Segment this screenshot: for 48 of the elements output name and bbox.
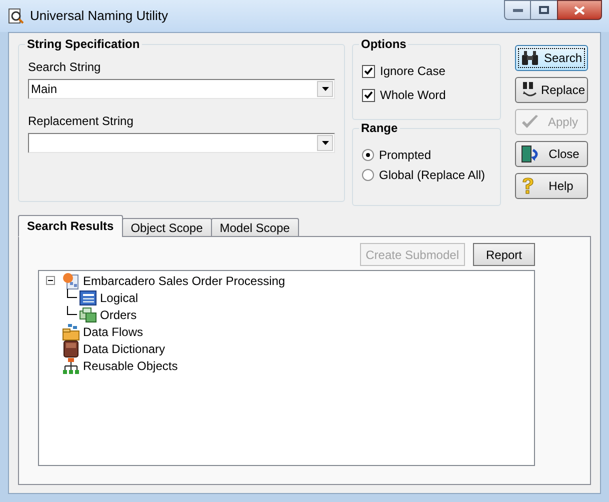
model-icon bbox=[62, 272, 80, 290]
tree-item[interactable]: Embarcadero Sales Order Processing bbox=[82, 272, 286, 290]
radio-label: Global (Replace All) bbox=[379, 167, 486, 184]
close-icon[interactable] bbox=[574, 6, 585, 14]
checkbox-label: Whole Word bbox=[380, 87, 446, 104]
help-button[interactable]: Help bbox=[515, 173, 588, 199]
radio-button[interactable] bbox=[362, 149, 374, 161]
stacked-tables-icon bbox=[79, 306, 97, 322]
collapse-icon[interactable] bbox=[46, 276, 54, 285]
radio-button[interactable] bbox=[362, 169, 374, 181]
folder-icon bbox=[62, 322, 80, 340]
close-button[interactable]: Close bbox=[515, 141, 588, 167]
checkbox-label: Ignore Case bbox=[380, 63, 446, 80]
tab[interactable]: Object Scope bbox=[122, 218, 212, 237]
checkbox[interactable]: Ignore Case bbox=[362, 63, 491, 79]
tree-item[interactable]: Data Dictionary bbox=[82, 340, 166, 358]
tree-item[interactable]: Logical bbox=[99, 288, 140, 306]
checkbox-square[interactable] bbox=[362, 64, 375, 78]
combo-box[interactable] bbox=[28, 133, 335, 153]
report-button[interactable]: Report bbox=[473, 243, 535, 266]
tree-item[interactable]: Data Flows bbox=[82, 322, 144, 340]
binoculars-icon bbox=[521, 50, 539, 66]
window-title: Universal Naming Utility bbox=[30, 7, 168, 26]
group-title: Options bbox=[359, 37, 408, 51]
group-title: String Specification bbox=[25, 37, 142, 51]
close-window-button[interactable] bbox=[557, 0, 602, 20]
maximize-button[interactable] bbox=[531, 0, 557, 20]
combo-value: Main bbox=[30, 81, 58, 98]
tree-item[interactable]: Orders bbox=[99, 306, 138, 324]
hierarchy-icon bbox=[62, 356, 80, 374]
radio-label: Prompted bbox=[379, 147, 432, 164]
combo-box[interactable]: Main bbox=[28, 79, 335, 99]
checkbox[interactable]: Whole Word bbox=[362, 87, 491, 103]
checkmark-icon bbox=[521, 114, 539, 130]
replace-button[interactable]: Replace bbox=[515, 77, 588, 103]
minimize-button[interactable] bbox=[504, 0, 531, 20]
tab[interactable]: Search Results bbox=[18, 215, 123, 237]
book-icon bbox=[63, 340, 79, 358]
app-icon bbox=[8, 8, 24, 24]
question-mark-icon bbox=[521, 177, 535, 195]
group-title: Range bbox=[359, 121, 400, 135]
field-label: Replacement String bbox=[28, 113, 134, 127]
tree-item[interactable]: Reusable Objects bbox=[82, 356, 179, 374]
checkbox-square[interactable] bbox=[362, 88, 375, 102]
tab[interactable]: Model Scope bbox=[210, 218, 299, 237]
search-button[interactable]: Search bbox=[515, 45, 588, 71]
field-label: Search String bbox=[28, 59, 102, 73]
table-sheet-icon bbox=[79, 290, 97, 306]
